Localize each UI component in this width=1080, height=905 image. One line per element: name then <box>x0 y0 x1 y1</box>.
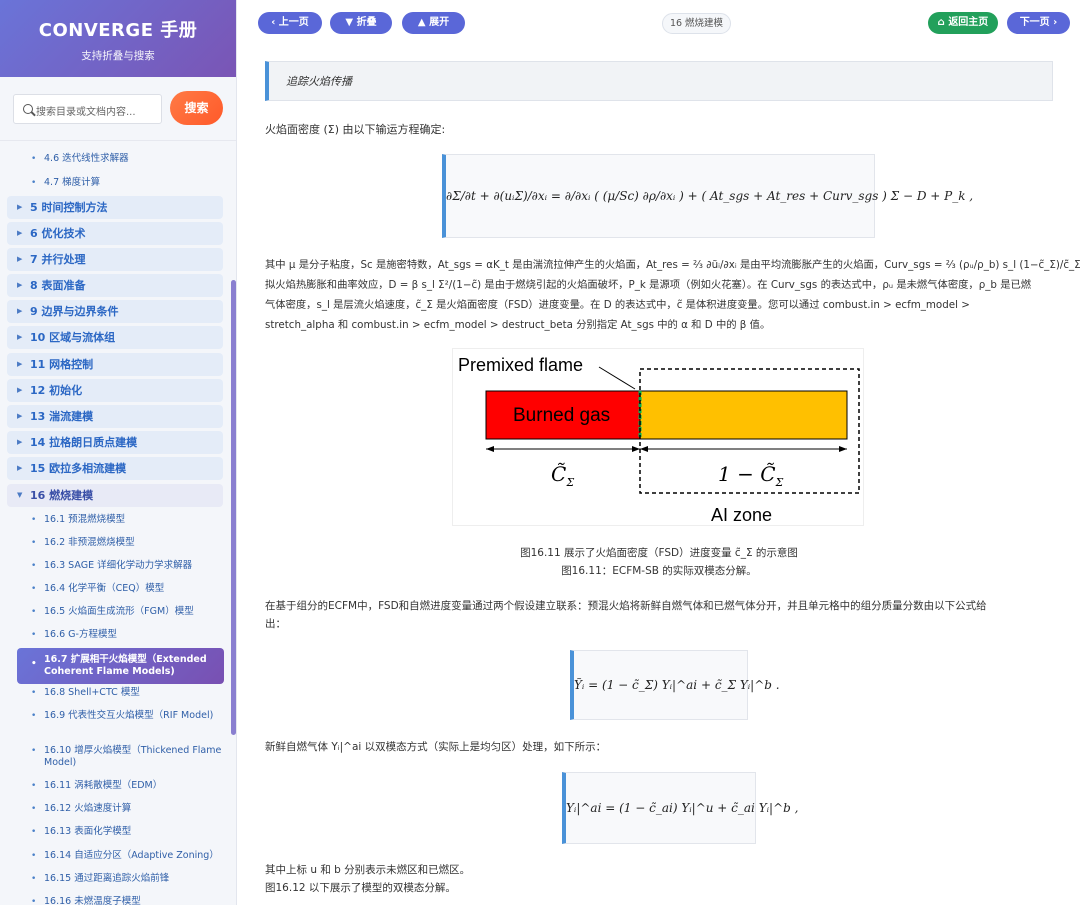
toc-item-16-9[interactable]: 16.9 代表性交互火焰模型（RIF Model) <box>17 710 224 722</box>
expand-button[interactable]: ▲ 展开 <box>402 12 465 34</box>
premixed-arrow <box>598 366 636 390</box>
ai-zone-label: AI zone <box>711 505 772 525</box>
toc-item-16-4[interactable]: 16.4 化学平衡（CEQ）模型 <box>17 583 224 595</box>
toc-item-16-13[interactable]: 16.13 表面化学模型 <box>17 826 224 838</box>
figure-caption-1: 图16.11 展示了火焰面密度（FSD）进度变量 c̃_Σ 的示意图 <box>520 547 798 559</box>
toc-section-8[interactable]: ▶ 8 表面准备 <box>7 274 223 297</box>
equation-transport: ∂Σ/∂t + ∂(uᵢΣ)/∂xᵢ = ∂/∂xᵢ ( (μ/Sc) ∂ρ/∂… <box>442 154 974 238</box>
brand-header: CONVERGE 手册 支持折叠与搜索 <box>0 0 236 77</box>
toc-item-4-7[interactable]: 4.7 梯度计算 <box>17 177 224 189</box>
paragraph-4-line-2: 图16.12 以下展示了模型的双模态分解。 <box>265 882 456 894</box>
toc-item-16-10[interactable]: 16.10 增厚火焰模型（Thickened Flame Model) <box>17 745 224 769</box>
next-page-button[interactable]: 下一页 › <box>1007 12 1070 34</box>
home-button[interactable]: ⌂ 返回主页 <box>928 12 998 34</box>
chevron-right-icon: ▶ <box>17 333 23 341</box>
chevron-right-icon: ▶ <box>17 360 23 368</box>
search-icon <box>23 104 33 114</box>
one-minus-c-sigma-label: 1 − C̃Σ <box>718 462 784 489</box>
paragraph-4-line-1: 其中上标 u 和 b 分别表示未燃区和已燃区。 <box>265 864 471 876</box>
toc-section-12[interactable]: ▶ 12 初始化 <box>7 379 223 402</box>
toc-section-7[interactable]: ▶ 7 并行处理 <box>7 248 223 271</box>
toc-section-6[interactable]: ▶ 6 优化技术 <box>7 222 223 245</box>
toc-item-16-11[interactable]: 16.11 涡耗散模型（EDM） <box>17 780 224 792</box>
toc-item-16-16[interactable]: 16.16 未燃温度子模型 <box>17 896 224 905</box>
chevron-right-icon: ▶ <box>17 307 23 315</box>
toc-item-16-8[interactable]: 16.8 Shell+CTC 模型 <box>17 687 224 699</box>
search-placeholder: 搜索目录或文档内容... <box>36 107 136 118</box>
toc-section-9[interactable]: ▶ 9 边界与边界条件 <box>7 300 223 323</box>
figure-caption-2: 图16.11：ECFM-SB 的实际双模态分解。 <box>561 565 757 577</box>
paragraph-1-line-2: 拟火焰热膨胀和曲率效应，D = β s_l Σ²/(1−c̃) 是由于燃烧引起的… <box>265 279 1032 291</box>
toc-item-16-14[interactable]: 16.14 自适应分区（Adaptive Zoning） <box>17 850 224 862</box>
paragraph-1-line-3: 气体密度，s_l 是层流火焰速度，c̃_Σ 是火焰面密度（FSD）进度变量。在 … <box>265 299 970 311</box>
burned-gas-label: Burned gas <box>513 405 610 426</box>
toc-item-16-5[interactable]: 16.5 火焰面生成流形（FGM）模型 <box>17 606 224 618</box>
toc-section-10[interactable]: ▶ 10 区域与流体组 <box>7 326 223 349</box>
search-input[interactable]: 搜索目录或文档内容... <box>13 94 162 124</box>
toc-item-16-12[interactable]: 16.12 火焰速度计算 <box>17 803 224 815</box>
collapse-button[interactable]: ▼ 折叠 <box>330 12 392 34</box>
fsd-diagram: Premixed flame Burned gas C̃Σ 1 − C̃Σ AI… <box>458 355 860 525</box>
chevron-right-icon: ▶ <box>17 203 23 211</box>
fsd-figure: Premixed flame Burned gas C̃Σ 1 − C̃Σ AI… <box>452 348 864 526</box>
toc-item-16-1[interactable]: 16.1 预混燃烧模型 <box>17 514 224 526</box>
equation-ai-zone: Yᵢ|^ai = (1 − c̃_ai) Yᵢ|^u + c̃_ai Yᵢ|^b… <box>562 772 799 844</box>
paragraph-2-line-1: 在基于组分的ECFM中，FSD和自燃进度变量通过两个假设建立联系：预混火焰将新鲜… <box>265 600 987 612</box>
arrow-head-left <box>486 446 494 452</box>
toc-section-14[interactable]: ▶ 14 拉格朗日质点建模 <box>7 431 223 454</box>
ai-zone-region <box>639 390 848 440</box>
toc-section-5[interactable]: ▶ 5 时间控制方法 <box>7 196 223 219</box>
toc-item-16-2[interactable]: 16.2 非预混燃烧模型 <box>17 537 224 549</box>
chevron-right-icon: ▶ <box>17 412 23 420</box>
chevron-right-icon: ▶ <box>17 229 23 237</box>
paragraph-1-line-4: stretch_alpha 和 combust.in > ecfm_model … <box>265 319 771 331</box>
equation-species: Ỹᵢ = (1 − c̃_Σ) Yᵢ|^ai + c̃_Σ Yᵢ|^b . <box>570 650 780 720</box>
chevron-right-icon: ▶ <box>17 281 23 289</box>
arrow-head-right <box>839 446 847 452</box>
toc-section-11[interactable]: ▶ 11 网格控制 <box>7 353 223 376</box>
equation-text: Yᵢ|^ai = (1 − c̃_ai) Yᵢ|^u + c̃_ai Yᵢ|^b… <box>566 801 799 815</box>
toc-section-16[interactable]: ▼ 16 燃烧建模 <box>7 484 223 507</box>
search-button[interactable]: 搜索 <box>170 91 223 125</box>
chevron-right-icon: ▶ <box>17 386 23 394</box>
sidebar-scrollbar[interactable] <box>231 280 236 735</box>
chevron-right-icon: ▶ <box>17 255 23 263</box>
brand-subtitle: 支持折叠与搜索 <box>81 50 155 62</box>
premixed-flame-label: Premixed flame <box>458 355 583 375</box>
home-icon: ⌂ <box>937 17 949 28</box>
toc-item-16-7-active[interactable]: 16.7 扩展相干火焰模型（Extended Coherent Flame Mo… <box>17 648 224 684</box>
section-heading: 追踪火焰传播 <box>265 61 1053 101</box>
equation-text: ∂Σ/∂t + ∂(uᵢΣ)/∂xᵢ = ∂/∂xᵢ ( (μ/Sc) ∂ρ/∂… <box>446 189 974 203</box>
chevron-right-icon: ▶ <box>17 464 23 472</box>
c-sigma-label: C̃Σ <box>551 462 574 489</box>
arrow-head-mid-right <box>640 446 648 452</box>
top-toolbar: ‹ 上一页 ▼ 折叠 ▲ 展开 16 燃烧建模 ⌂ 返回主页 下一页 › <box>237 0 1080 46</box>
arrow-head-mid-left <box>632 446 640 452</box>
brand-title: CONVERGE 手册 <box>38 20 198 41</box>
toc-section-15[interactable]: ▶ 15 欧拉多相流建模 <box>7 457 223 480</box>
paragraph-2-line-2: 出： <box>265 618 286 630</box>
paragraph-3: 新鲜自燃气体 Yᵢ|^ai 以双模态方式（实际上是均匀区）处理，如下所示： <box>265 741 607 753</box>
paragraph-1-line-1: 其中 μ 是分子粘度，Sc 是施密特数，At_sgs = αK_t 是由湍流拉伸… <box>265 259 1080 271</box>
toc-item-4-6[interactable]: 4.6 迭代线性求解器 <box>17 153 224 165</box>
chevron-down-icon: ▼ <box>17 491 23 499</box>
sidebar: CONVERGE 手册 支持折叠与搜索 搜索目录或文档内容... 搜索 4.6 … <box>0 0 237 905</box>
toc-item-16-15[interactable]: 16.15 通过距离追踪火焰前锋 <box>17 873 224 885</box>
chevron-right-icon: ▶ <box>17 438 23 446</box>
breadcrumb: 16 燃烧建模 <box>662 13 731 34</box>
toc-item-16-3[interactable]: 16.3 SAGE 详细化学动力学求解器 <box>17 560 224 572</box>
equation-text: Ỹᵢ = (1 − c̃_Σ) Yᵢ|^ai + c̃_Σ Yᵢ|^b . <box>574 678 780 692</box>
prev-page-button[interactable]: ‹ 上一页 <box>258 12 322 34</box>
toc-section-13[interactable]: ▶ 13 湍流建模 <box>7 405 223 428</box>
intro-text: 火焰面密度 (Σ) 由以下输运方程确定: <box>265 123 446 136</box>
toc-item-16-6[interactable]: 16.6 G-方程模型 <box>17 629 224 641</box>
